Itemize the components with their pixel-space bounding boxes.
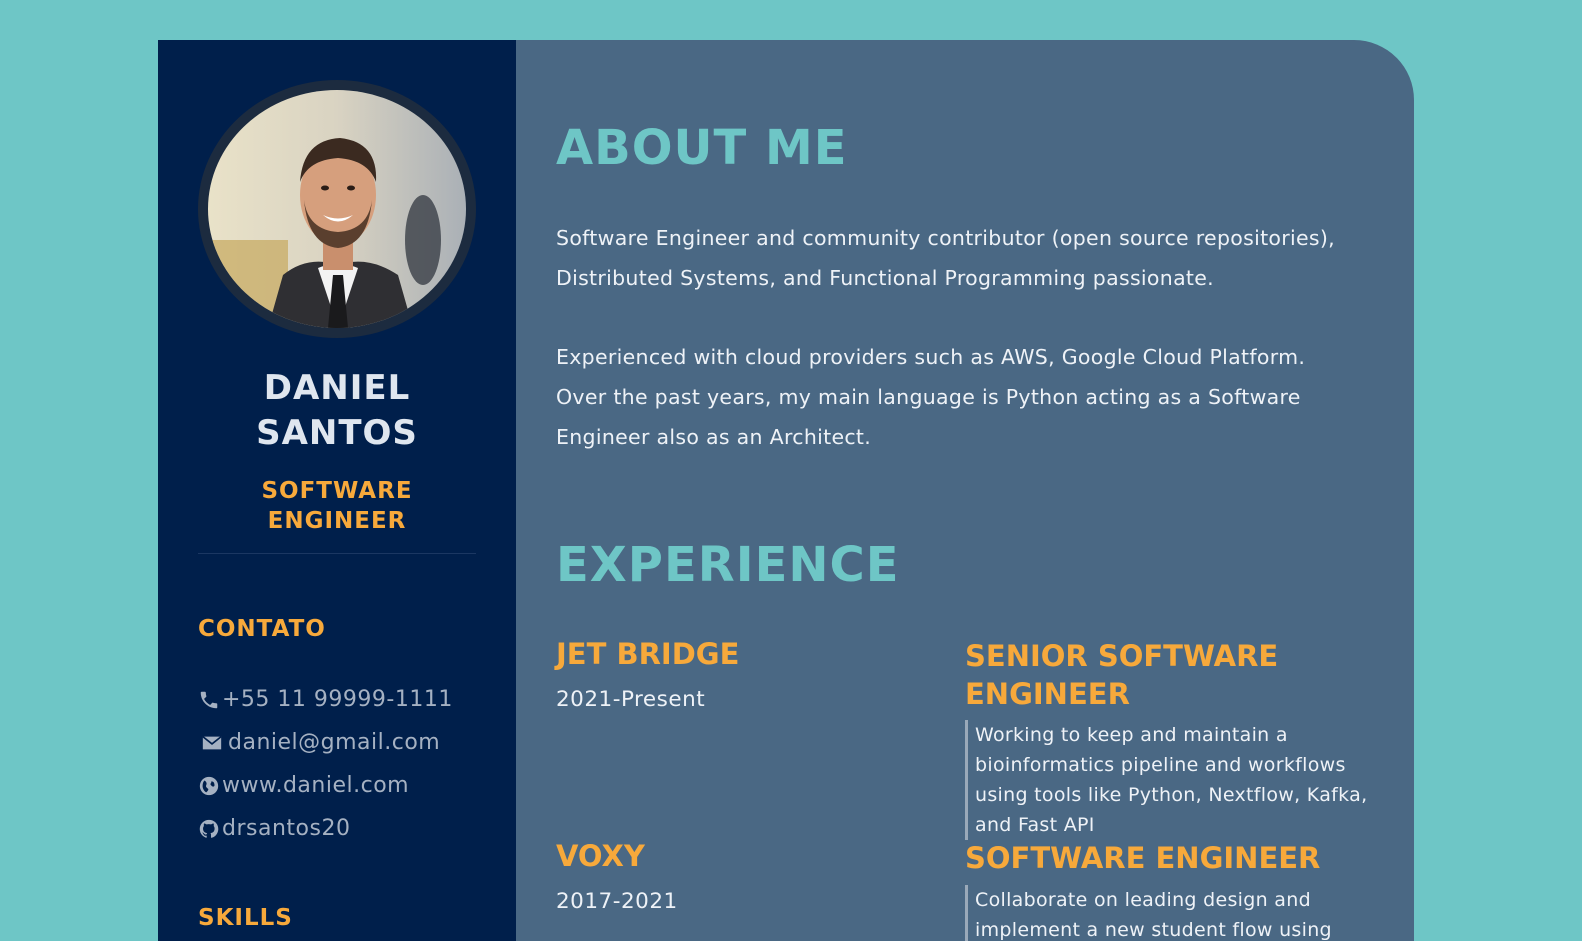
- job-1-title: SENIOR SOFTWARE ENGINEER: [965, 637, 1385, 713]
- job-2-period: 2017-2021: [556, 889, 678, 914]
- job-1-company: JET BRIDGE: [556, 637, 740, 671]
- main-text-layer: ABOUT ME Software Engineer and community…: [158, 40, 1414, 941]
- job-1-description: Working to keep and maintain a bioinform…: [965, 720, 1387, 840]
- job-2-description: Collaborate on leading design and implem…: [965, 885, 1387, 941]
- about-paragraph-1-line-1: Software Engineer and community contribu…: [556, 226, 1335, 250]
- about-paragraph-2-line-2: Over the past years, my main language is…: [556, 385, 1301, 409]
- about-paragraph-1: Software Engineer and community contribu…: [556, 218, 1396, 298]
- about-heading: ABOUT ME: [556, 120, 848, 176]
- about-paragraph-1-line-2: Distributed Systems, and Functional Prog…: [556, 266, 1214, 290]
- job-1-title-line-2: ENGINEER: [965, 677, 1130, 711]
- experience-heading: EXPERIENCE: [556, 537, 900, 593]
- job-1-title-line-1: SENIOR SOFTWARE: [965, 639, 1279, 673]
- job-2-title: SOFTWARE ENGINEER: [965, 841, 1321, 875]
- about-paragraph-2-line-1: Experienced with cloud providers such as…: [556, 345, 1306, 369]
- job-2-company: VOXY: [556, 839, 645, 873]
- about-paragraph-2: Experienced with cloud providers such as…: [556, 337, 1396, 457]
- job-1-period: 2021-Present: [556, 687, 706, 712]
- about-paragraph-2-line-3: Engineer also as an Architect.: [556, 425, 872, 449]
